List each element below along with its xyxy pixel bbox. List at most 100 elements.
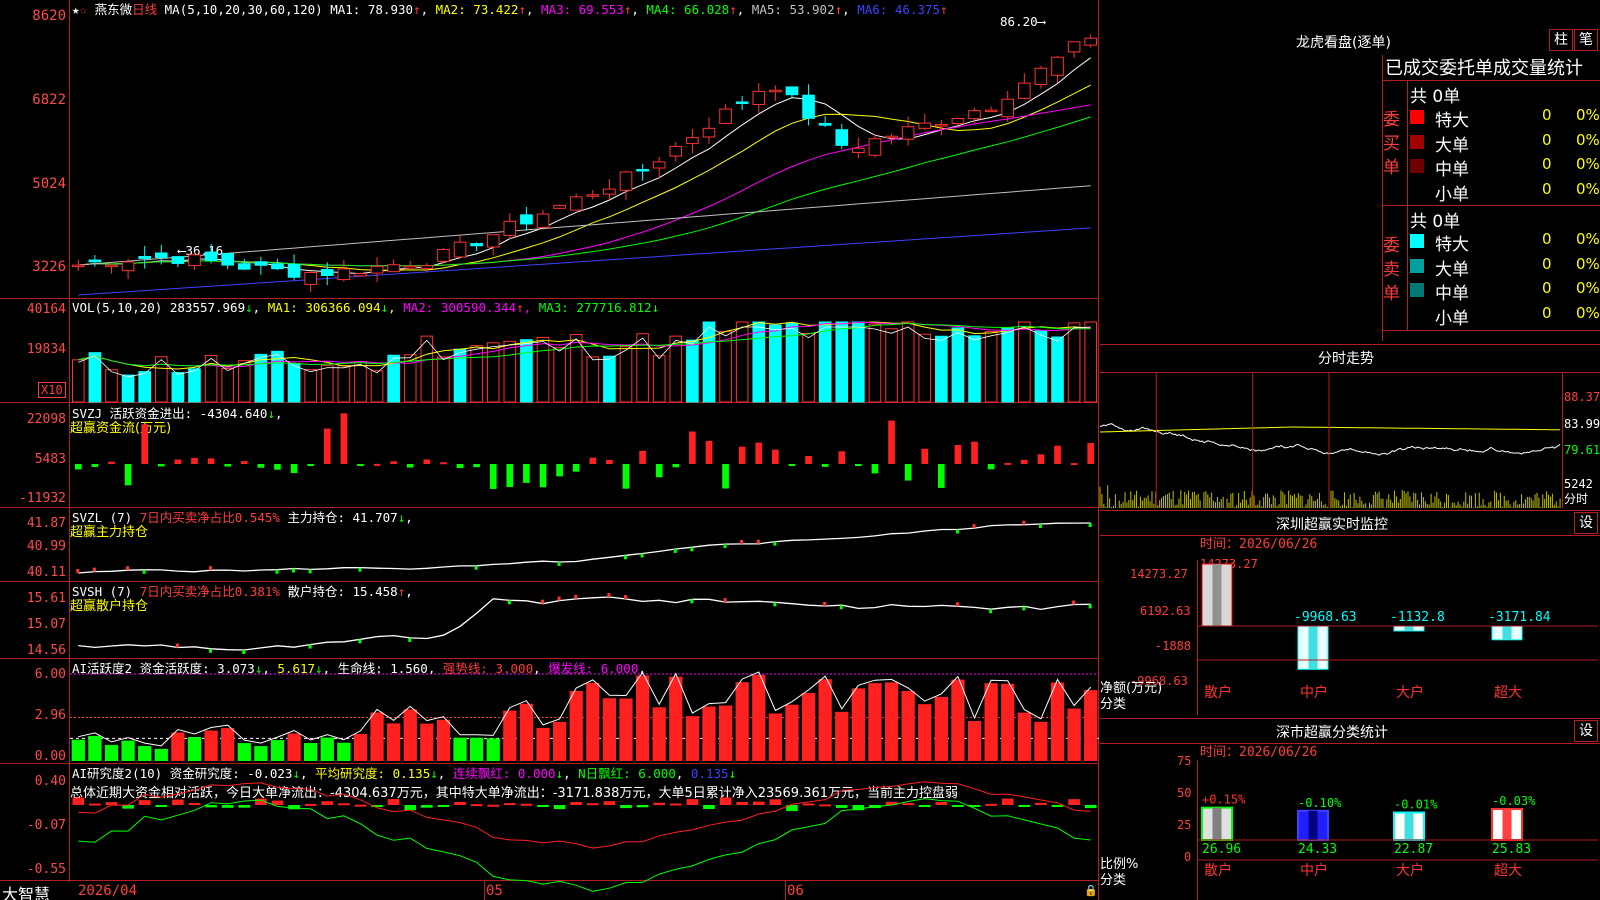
svzl-chart[interactable] bbox=[70, 507, 1099, 581]
volume-bar bbox=[1034, 330, 1048, 403]
class-change-label: +0.15% bbox=[1202, 793, 1246, 807]
ma-line bbox=[78, 116, 1091, 267]
svzj-chart[interactable] bbox=[70, 402, 1099, 507]
monitor-value-label: -1132.8 bbox=[1390, 610, 1445, 625]
candle-body bbox=[1018, 82, 1031, 99]
fenshi-unit: 分时 bbox=[1564, 492, 1589, 506]
candle-body bbox=[1034, 67, 1048, 86]
ai-research-chart[interactable] bbox=[70, 763, 1099, 892]
research-bar bbox=[802, 803, 815, 806]
candle-body bbox=[121, 261, 135, 272]
activity-bar bbox=[586, 682, 600, 761]
bar-mode-button[interactable]: 柱 bbox=[1549, 29, 1573, 51]
activity-bar bbox=[503, 710, 517, 761]
volume-bar bbox=[204, 355, 218, 403]
sz-monitor-chart[interactable]: -9968.63 -1132.8 -3171.84 散户 中户 大户 超大 bbox=[1198, 555, 1598, 715]
svsh-y-axis: 15.61 15.07 14.56 bbox=[26, 591, 66, 658]
svzl-y-axis: 41.87 40.99 40.11 bbox=[26, 516, 66, 580]
fund-flow-bar bbox=[440, 462, 447, 465]
candle-body bbox=[901, 126, 915, 140]
longhu-row: 大单 0 0% bbox=[1410, 255, 1600, 280]
class-y-label: 75 bbox=[1177, 754, 1192, 768]
research-bar bbox=[935, 801, 948, 805]
research-bar bbox=[620, 805, 632, 809]
candle-body bbox=[785, 86, 799, 96]
color-swatch bbox=[1410, 159, 1424, 173]
fund-flow-bar bbox=[523, 464, 530, 483]
volume-bar bbox=[968, 335, 981, 403]
sz-monitor-settings-button[interactable]: 设 bbox=[1574, 512, 1598, 534]
activity-bar bbox=[88, 735, 102, 761]
activity-bar bbox=[951, 679, 965, 761]
row-count: 0 bbox=[1542, 179, 1552, 198]
color-swatch bbox=[1410, 283, 1424, 297]
activity-bar bbox=[320, 737, 334, 761]
row-label: 特大 bbox=[1435, 235, 1469, 255]
candle-body bbox=[752, 90, 766, 105]
research-bar bbox=[669, 803, 682, 806]
fund-flow-bar bbox=[489, 464, 497, 489]
candle-body bbox=[171, 256, 185, 264]
monitor-value-label: -3171.84 bbox=[1488, 610, 1551, 625]
volume-bar bbox=[138, 371, 151, 403]
holding-tick bbox=[541, 599, 545, 604]
svsh-chart[interactable] bbox=[70, 581, 1099, 658]
kline-chart[interactable] bbox=[70, 0, 1099, 298]
longhu-tabs[interactable]: 已成交委托单成交量统计 bbox=[1385, 54, 1583, 80]
research-bar bbox=[89, 803, 101, 806]
candle-body bbox=[652, 161, 666, 169]
lock-icon[interactable]: 🔒 bbox=[1084, 884, 1098, 897]
activity-bar bbox=[71, 739, 85, 761]
fund-flow-bar bbox=[1004, 462, 1012, 465]
candle-body bbox=[420, 265, 434, 269]
ai2-chart[interactable] bbox=[70, 658, 1099, 763]
volume-bar bbox=[935, 335, 948, 403]
holding-tick bbox=[607, 593, 611, 597]
volume-bar bbox=[1084, 321, 1098, 403]
volume-bar bbox=[354, 361, 367, 403]
row-pct: 0% bbox=[1576, 130, 1600, 149]
category-label: 大户 bbox=[1396, 862, 1424, 879]
volume-bar bbox=[603, 355, 616, 403]
vol-unit-badge[interactable]: X10 bbox=[38, 382, 66, 398]
volume-bar bbox=[885, 328, 898, 403]
fenshi-chart[interactable] bbox=[1099, 372, 1562, 508]
activity-bar bbox=[752, 675, 766, 761]
row-count: 0 bbox=[1542, 106, 1552, 124]
fund-flow-bar bbox=[904, 464, 912, 481]
category-label: 大户 bbox=[1396, 684, 1424, 701]
y-label: 6822 bbox=[32, 92, 66, 108]
research-bar bbox=[553, 805, 566, 810]
longhu-row: 特大 0 0% bbox=[1410, 106, 1600, 131]
sz-axis-title: 分类 bbox=[1100, 697, 1127, 712]
holding-tick bbox=[142, 569, 146, 574]
candle-body bbox=[835, 129, 849, 146]
activity-bar bbox=[287, 733, 301, 761]
left-chart-area[interactable]: ★☆ 燕东微日线 MA(5,10,20,30,60,120) MA1: 78.9… bbox=[0, 0, 1100, 900]
activity-bar bbox=[204, 730, 218, 761]
fund-flow-bar bbox=[124, 464, 132, 486]
activity-bar bbox=[171, 732, 185, 761]
research-bar bbox=[819, 804, 831, 807]
volume-bar bbox=[420, 335, 434, 403]
volume-bar bbox=[1018, 321, 1031, 403]
fund-flow-bar bbox=[556, 464, 563, 477]
volume-bar bbox=[304, 369, 317, 403]
candle-body bbox=[503, 220, 517, 236]
candle-body bbox=[486, 234, 500, 248]
tick-mode-button[interactable]: 笔 bbox=[1574, 29, 1598, 51]
holding-tick bbox=[989, 609, 993, 614]
volume-bar bbox=[71, 359, 85, 403]
vol-chart[interactable] bbox=[70, 298, 1099, 403]
research-bar bbox=[902, 803, 914, 806]
sz-class-chart[interactable]: +0.15% 26.96 散户 -0.10% 24.33 中户 -0.01% 22.87 大户 -… bbox=[1198, 750, 1598, 900]
research-bar bbox=[421, 805, 433, 808]
volume-bar bbox=[320, 364, 334, 403]
fund-flow-bar bbox=[506, 464, 514, 488]
volume-bar bbox=[370, 370, 384, 403]
activity-bar bbox=[835, 711, 849, 761]
activity-bar bbox=[635, 675, 650, 761]
holding-tick bbox=[955, 602, 959, 607]
research-bar bbox=[603, 801, 616, 805]
sz-class-settings-button[interactable]: 设 bbox=[1574, 720, 1598, 742]
